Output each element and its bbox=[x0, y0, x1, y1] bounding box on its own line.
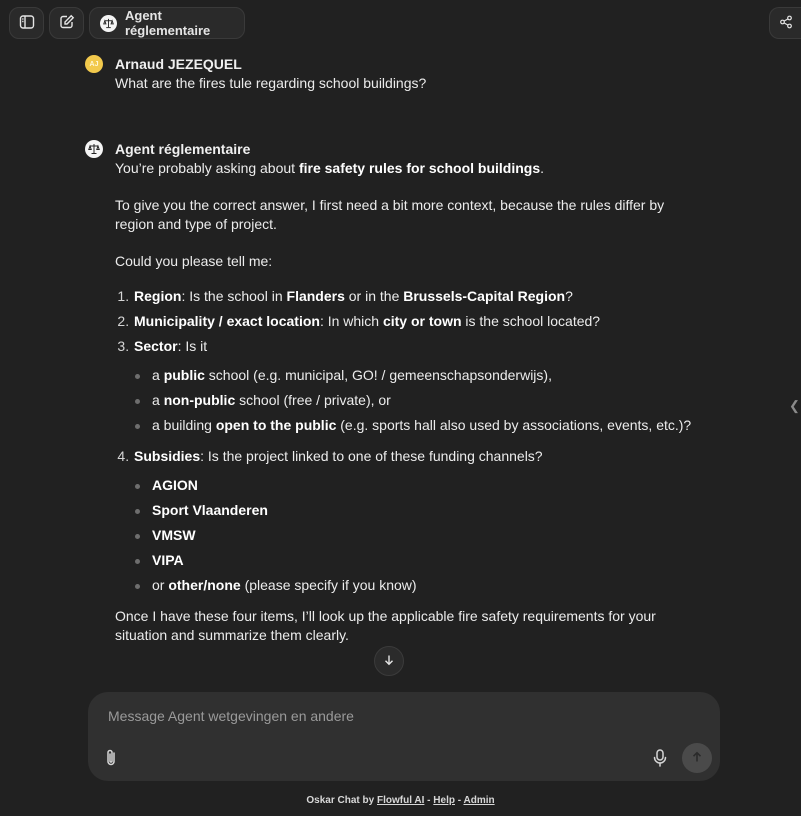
list-item: VIPA bbox=[135, 551, 705, 570]
sidebar-toggle-icon bbox=[19, 14, 35, 33]
new-chat-button[interactable] bbox=[49, 7, 84, 39]
list-item: VMSW bbox=[135, 526, 705, 545]
agent-intro: You’re probably asking about fire safety… bbox=[115, 160, 545, 176]
list-item: a building open to the public (e.g. spor… bbox=[135, 416, 705, 435]
question-subsidies: Subsidies: Is the project linked to one … bbox=[133, 447, 705, 595]
agent-closing: Once I have these four items, I’ll look … bbox=[115, 608, 656, 643]
agent-ask: Could you please tell me: bbox=[115, 253, 273, 269]
user-author-name: Arnaud JEZEQUEL bbox=[115, 56, 242, 72]
arrow-down-icon bbox=[383, 653, 395, 669]
footer: Oskar Chat by Flowful AI - Help - Admin bbox=[0, 795, 801, 806]
microphone-icon bbox=[651, 749, 669, 771]
sidebar-toggle-button[interactable] bbox=[9, 7, 44, 39]
send-button[interactable] bbox=[682, 743, 712, 773]
list-item: AGION bbox=[135, 476, 705, 495]
agent-context: To give you the correct answer, I first … bbox=[115, 197, 665, 232]
message-input[interactable] bbox=[106, 707, 650, 725]
list-item: a public school (e.g. municipal, GO! / g… bbox=[135, 366, 705, 385]
attach-button[interactable] bbox=[102, 748, 120, 771]
agent-author-name: Agent réglementaire bbox=[115, 141, 251, 157]
question-region: Region: Is the school in Flanders or in … bbox=[133, 287, 705, 306]
side-panel-handle-icon[interactable]: ❮ bbox=[789, 398, 800, 414]
sector-options: a public school (e.g. municipal, GO! / g… bbox=[134, 366, 705, 435]
question-list: Region: Is the school in Flanders or in … bbox=[115, 287, 705, 595]
question-municipality: Municipality / exact location: In which … bbox=[133, 312, 705, 331]
user-avatar: AJ bbox=[85, 55, 103, 73]
scales-icon bbox=[100, 14, 117, 32]
list-item: a non-public school (free / private), or bbox=[135, 391, 705, 410]
user-message: AJ Arnaud JEZEQUEL What are the fires tu… bbox=[85, 55, 705, 93]
paperclip-icon bbox=[102, 749, 120, 771]
admin-link[interactable]: Admin bbox=[463, 795, 494, 806]
agent-avatar-scales-icon bbox=[85, 140, 103, 158]
footer-separator: - bbox=[424, 795, 434, 806]
list-item: or other/none (please specify if you kno… bbox=[135, 576, 705, 595]
message-composer bbox=[88, 692, 720, 781]
agent-selector-button[interactable]: Agent réglementaire bbox=[89, 7, 245, 39]
share-button[interactable] bbox=[769, 7, 801, 39]
user-message-text: What are the fires tule regarding school… bbox=[115, 75, 427, 91]
list-item: Sport Vlaanderen bbox=[135, 501, 705, 520]
scroll-down-button[interactable] bbox=[374, 646, 404, 676]
agent-selector-label: Agent réglementaire bbox=[125, 8, 211, 38]
share-icon bbox=[779, 15, 793, 32]
agent-message: Agent réglementaire You’re probably aski… bbox=[85, 140, 705, 645]
question-sector: Sector: Is it a public school (e.g. muni… bbox=[133, 337, 705, 435]
subsidy-options: AGION Sport Vlaanderen VMSW VIPA or othe… bbox=[134, 476, 705, 595]
footer-prefix: Oskar Chat by bbox=[306, 795, 377, 806]
flowful-link[interactable]: Flowful AI bbox=[377, 795, 424, 806]
voice-input-button[interactable] bbox=[651, 748, 669, 771]
arrow-up-icon bbox=[691, 750, 703, 766]
new-chat-icon bbox=[59, 14, 75, 33]
help-link[interactable]: Help bbox=[433, 795, 455, 806]
